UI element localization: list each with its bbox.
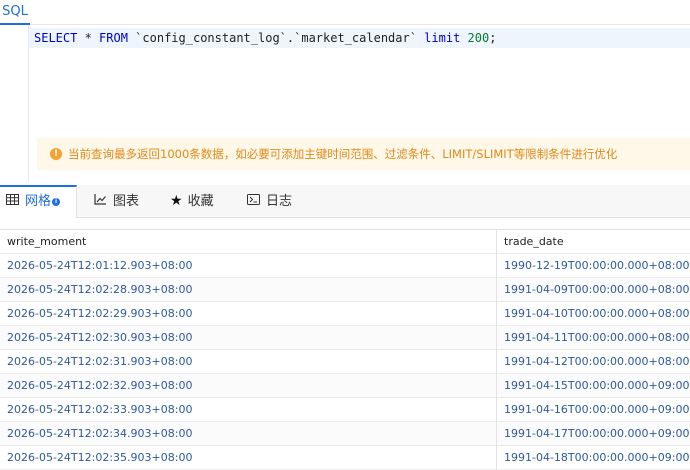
cell-trade-date[interactable]: 1991-04-15T00:00:00.000+09:00 [497, 374, 690, 398]
cell-trade-date[interactable]: 1991-04-09T00:00:00.000+08:00 [497, 278, 690, 302]
tab-sql[interactable]: SQL [0, 0, 30, 25]
sql-keyword-select: SELECT [34, 31, 78, 45]
table-row[interactable]: 2026-05-24T12:02:28.903+08:00 1991-04-09… [0, 278, 690, 302]
table-row[interactable]: 2026-05-24T12:02:31.903+08:00 1991-04-12… [0, 350, 690, 374]
table-row[interactable]: 2026-05-24T12:02:32.903+08:00 1991-04-15… [0, 374, 690, 398]
table-row[interactable]: 2026-05-24T12:02:35.903+08:00 1991-04-18… [0, 446, 690, 470]
cell-trade-date[interactable]: 1990-12-19T00:00:00.000+08:00 [497, 254, 690, 278]
cell-write-moment[interactable]: 2026-05-24T12:02:34.903+08:00 [0, 422, 497, 446]
column-header-write-moment[interactable]: write_moment [0, 230, 497, 254]
cell-write-moment[interactable]: 2026-05-24T12:02:30.903+08:00 [0, 326, 497, 350]
cell-write-moment[interactable]: 2026-05-24T12:02:28.903+08:00 [0, 278, 497, 302]
sql-code-line[interactable]: SELECT * FROM `config_constant_log`.`mar… [34, 28, 496, 48]
sql-semicolon: ; [489, 31, 497, 45]
tab-favorites[interactable]: ★ 收藏 [170, 185, 214, 218]
grid-header: write_moment trade_date [0, 230, 690, 254]
table-row[interactable]: 2026-05-24T12:02:33.903+08:00 1991-04-16… [0, 398, 690, 422]
table-row[interactable]: 2026-05-24T12:02:29.903+08:00 1991-04-10… [0, 302, 690, 326]
notice-text: 当前查询最多返回1000条数据，如必要可添加主键时间范围、过滤条件、LIMIT/… [68, 147, 618, 161]
tab-grid-label: 网格 [25, 194, 52, 209]
result-grid: write_moment trade_date 2026-05-24T12:01… [0, 229, 690, 470]
tab-log[interactable]: 日志 [247, 185, 292, 218]
cell-trade-date[interactable]: 1991-04-12T00:00:00.000+08:00 [497, 350, 690, 374]
warning-icon: ! [50, 148, 62, 160]
table-row[interactable]: 2026-05-24T12:02:34.903+08:00 1991-04-17… [0, 422, 690, 446]
cell-trade-date[interactable]: 1991-04-11T00:00:00.000+08:00 [497, 326, 690, 350]
sql-keyword-from: FROM [99, 31, 128, 45]
cell-trade-date[interactable]: 1991-04-16T00:00:00.000+09:00 [497, 398, 690, 422]
tab-chart[interactable]: 图表 [94, 185, 139, 218]
cell-trade-date[interactable]: 1991-04-17T00:00:00.000+09:00 [497, 422, 690, 446]
cell-write-moment[interactable]: 2026-05-24T12:02:33.903+08:00 [0, 398, 497, 422]
cell-write-moment[interactable]: 2026-05-24T12:02:31.903+08:00 [0, 350, 497, 374]
sql-table-name: `config_constant_log`.`market_calendar` [127, 31, 425, 45]
column-header-trade-date[interactable]: trade_date [497, 230, 690, 254]
grid-icon [6, 187, 19, 216]
query-limit-notice: ! 当前查询最多返回1000条数据，如必要可添加主键时间范围、过滤条件、LIMI… [37, 138, 690, 170]
terminal-icon [247, 185, 260, 218]
cell-write-moment[interactable]: 2026-05-24T12:01:12.903+08:00 [0, 254, 497, 278]
star-icon: ★ [170, 193, 183, 209]
tab-chart-label: 图表 [113, 194, 140, 209]
line-gutter [0, 25, 29, 182]
table-row[interactable]: 2026-05-24T12:02:30.903+08:00 1991-04-11… [0, 326, 690, 350]
cell-trade-date[interactable]: 1991-04-10T00:00:00.000+08:00 [497, 302, 690, 326]
editor-tab-strip [30, 0, 690, 25]
info-icon: i [52, 197, 61, 206]
cell-write-moment[interactable]: 2026-05-24T12:02:29.903+08:00 [0, 302, 497, 326]
table-row[interactable]: 2026-05-24T12:01:12.903+08:00 1990-12-19… [0, 254, 690, 278]
tab-grid[interactable]: 网格 i [0, 185, 77, 218]
result-tabs: 网格 i 图表 ★ 收藏 日志 [0, 185, 690, 218]
sql-limit-value: 200 [460, 31, 490, 45]
cell-write-moment[interactable]: 2026-05-24T12:02:35.903+08:00 [0, 446, 497, 470]
tab-log-label: 日志 [266, 194, 293, 209]
cell-trade-date[interactable]: 1991-04-18T00:00:00.000+09:00 [497, 446, 690, 470]
sql-keyword-limit: limit [424, 31, 461, 45]
tab-favorites-label: 收藏 [187, 194, 214, 209]
sql-star: * [77, 31, 100, 45]
chart-icon [94, 185, 107, 218]
cell-write-moment[interactable]: 2026-05-24T12:02:32.903+08:00 [0, 374, 497, 398]
